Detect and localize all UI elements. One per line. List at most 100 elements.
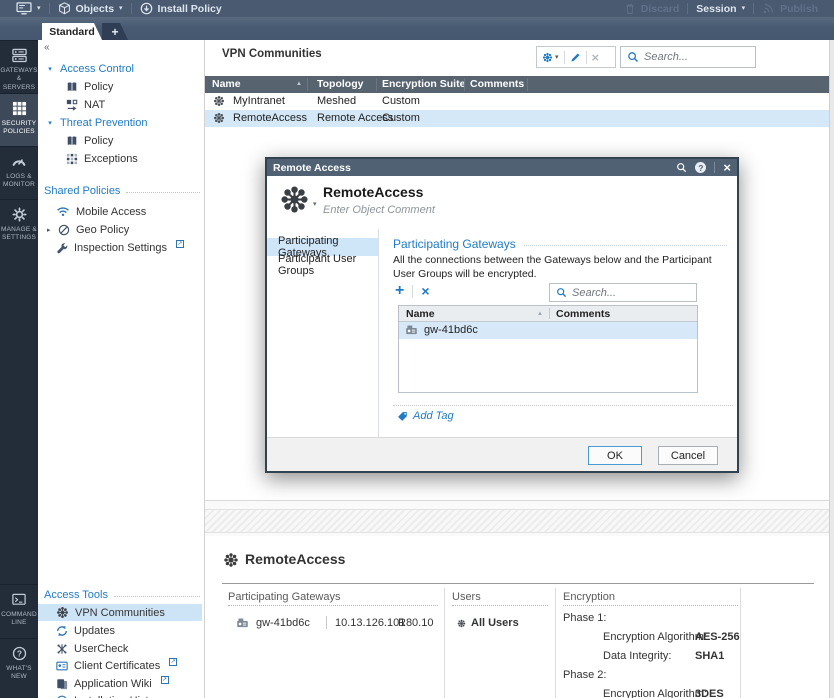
column-divider [555,588,556,698]
nav-item-exceptions[interactable]: Exceptions [38,150,202,167]
new-tab-button[interactable]: + [102,23,128,40]
remove-gateway-button[interactable]: × [421,284,429,298]
nav-item-nat[interactable]: NAT [38,96,202,113]
column-header-topology[interactable]: Topology [317,78,363,90]
collapse-panel-button[interactable]: « [44,42,50,53]
wiki-book-icon [56,678,68,690]
sidebar-item-label: LOGS & MONITOR [0,173,38,190]
nav-item-label: Installation History [74,695,164,698]
dotted-divider [452,605,548,606]
trash-icon [624,3,636,15]
session-label: Session [696,3,736,15]
objects-label: Objects [76,3,115,15]
all-users-icon [457,619,466,628]
delete-object-button[interactable]: × [587,47,605,67]
install-policy-label: Install Policy [158,3,222,15]
sidebar-item-gateways-servers[interactable]: GATEWAYS & SERVERS [0,40,38,93]
search-input[interactable] [644,51,749,63]
nav-item-application-wiki[interactable]: Application Wiki ↗ [38,675,202,692]
publish-button[interactable]: Publish [754,0,826,17]
nav-item-inspection-settings[interactable]: Inspection Settings ↗ [38,239,202,256]
column-header-name[interactable]: Name [406,308,435,320]
column-header-comments[interactable]: Comments [556,308,610,320]
chevron-down-icon[interactable]: ▾ [313,200,317,208]
object-details-panel: RemoteAccess Participating Gateways gw-4… [205,536,830,698]
close-icon[interactable]: × [723,161,731,174]
cancel-button[interactable]: Cancel [658,446,718,465]
tab-standard[interactable]: Standard [42,23,102,40]
nav-section-access-control[interactable]: ▾ Access Control [38,60,202,77]
gateway-row[interactable]: gw-41bd6c [399,322,697,339]
sidebar-item-whats-new[interactable]: WHAT'S NEW [0,638,38,698]
history-icon [56,695,68,698]
nav-item-access-policy[interactable]: Policy [38,78,202,95]
add-tag-button[interactable]: Add Tag [397,410,454,422]
table-header[interactable]: Name ▲ Topology Encryption Suite Comment… [205,76,829,93]
dialog-nav-participant-user-groups[interactable]: Participant User Groups [267,256,378,274]
objects-menu-button[interactable]: Objects ▾ [50,0,131,17]
column-header-encryption-suite[interactable]: Encryption Suite [382,78,465,90]
new-tab-label: + [111,25,118,39]
nav-item-vpn-communities[interactable]: VPN Communities [38,604,202,621]
session-menu-button[interactable]: Session ▾ [688,0,753,17]
column-divider [549,308,550,319]
sidebar-item-manage-settings[interactable]: MANAGE & SETTINGS [0,199,38,252]
dialog-section-header: Participating Gateways [393,237,727,251]
details-gateway-ip: 10.13.126.101 [335,617,405,629]
details-title: RemoteAccess [245,551,345,567]
column-divider [307,78,308,91]
dialog-search-input[interactable] [572,287,690,299]
policy-tab-strip: Standard + [0,17,834,40]
gateways-table-header[interactable]: Name ▲ Comments [399,306,697,322]
toolbar-right-group: Discard Session ▾ Publish [616,0,826,17]
main-menu-button[interactable]: ▾ [8,0,49,17]
nav-item-installation-history[interactable]: Installation History [38,692,202,698]
window-menu-icon [16,2,32,15]
pane-splitter[interactable] [205,509,829,533]
search-icon[interactable] [676,162,687,173]
divider [326,616,327,629]
new-object-button[interactable]: ▾ [537,47,564,67]
nav-item-mobile-access[interactable]: Mobile Access [38,203,202,220]
external-link-badge: ↗ [161,676,169,684]
sidebar-item-security-policies[interactable]: SECURITY POLICIES [0,93,38,146]
column-divider [444,588,445,698]
exceptions-grid-icon [66,153,78,165]
nav-item-usercheck[interactable]: UserCheck [38,640,202,657]
sidebar-item-logs-monitor[interactable]: LOGS & MONITOR [0,146,38,199]
install-policy-button[interactable]: Install Policy [132,0,230,17]
column-header-name[interactable]: Name [212,78,241,90]
publish-icon [762,2,775,15]
vpn-community-icon[interactable] [279,184,310,215]
wifi-icon [56,206,70,217]
app-mode-sidebar: GATEWAYS & SERVERS SECURITY POLICIES LOG… [0,40,38,698]
discard-button[interactable]: Discard [616,0,688,17]
nav-item-threat-policy[interactable]: Policy [38,132,202,149]
encryption-algorithm-value: 3DES [695,688,724,698]
nav-item-updates[interactable]: Updates [38,622,202,639]
column-divider [376,78,377,91]
dialog-object-name[interactable]: RemoteAccess [323,184,423,200]
sort-asc-icon: ▲ [537,311,543,317]
nav-item-client-certificates[interactable]: Client Certificates ↗ [38,657,202,674]
edit-object-button[interactable] [565,47,586,67]
toolbar-left-group: ▾ Objects ▾ Install Policy [8,0,230,17]
table-row[interactable]: RemoteAccess Remote Access Custom [205,110,829,127]
sidebar-item-command-line[interactable]: COMMAND LINE [0,584,38,638]
ok-button[interactable]: OK [588,446,642,465]
dialog-titlebar[interactable]: Remote Access ? × [267,159,737,176]
nav-section-threat-prevention[interactable]: ▾ Threat Prevention [38,114,202,131]
tag-icon [397,411,408,422]
column-header-comments[interactable]: Comments [470,78,524,90]
help-icon[interactable]: ? [695,162,706,173]
dotted-divider [393,405,733,406]
close-icon: × [592,50,600,65]
gateways-table: Name ▲ Comments gw-41bd6c [398,305,698,393]
nav-item-geo-policy[interactable]: ▸ Geo Policy [38,221,202,238]
table-row[interactable]: MyIntranet Meshed Custom [205,93,829,110]
nav-item-label: Mobile Access [76,206,146,218]
nav-item-label: Updates [74,625,115,637]
add-gateway-button[interactable]: + [395,283,404,299]
object-comment-field[interactable]: Enter Object Comment [323,204,435,216]
nav-section-shared-policies: Shared Policies [38,183,200,199]
